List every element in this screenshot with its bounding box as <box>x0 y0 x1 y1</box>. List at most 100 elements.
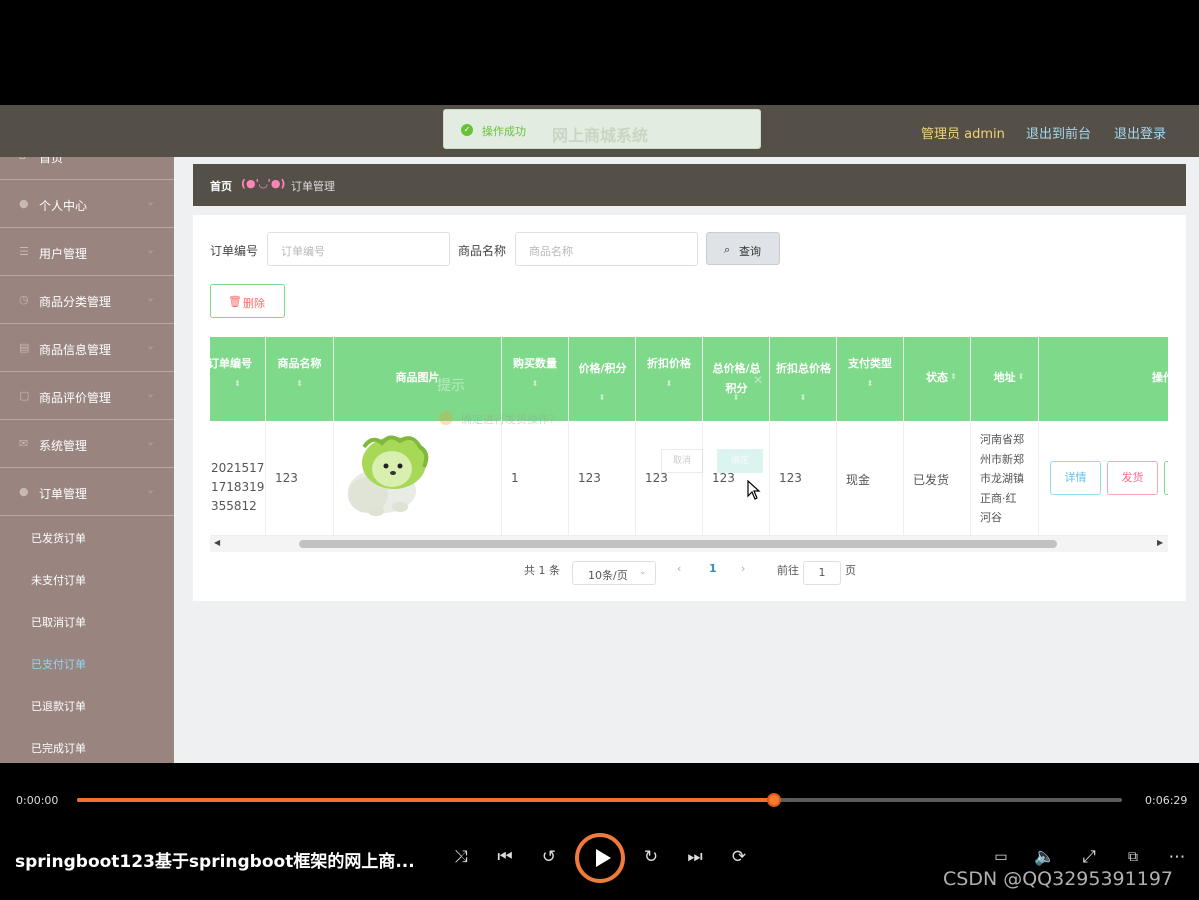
chevron-down-icon: ⌄ <box>146 483 156 496</box>
horizontal-scrollbar[interactable]: ◀ ▶ <box>210 536 1168 552</box>
sidebar-subitem-label: 未支付订单 <box>31 574 86 587</box>
dialog-confirm-button[interactable]: 确定 <box>717 449 763 473</box>
column-header-label: 订单编号 <box>210 357 252 370</box>
column-header[interactable]: 折扣总价格 ⬍ <box>770 337 837 421</box>
previous-track-icon[interactable]: ⏮ <box>493 847 517 867</box>
order-no-label: 订单编号 <box>210 244 259 258</box>
next-track-icon[interactable]: ⏭ <box>683 847 707 867</box>
duration-time: 0:06:29 <box>1145 794 1188 807</box>
mouse-cursor-icon <box>747 480 761 500</box>
ship-button[interactable]: 发货 <box>1107 461 1158 495</box>
next-page-icon[interactable]: › <box>741 562 745 575</box>
cell-value: 2021517 1718319 355812 <box>211 461 265 513</box>
current-time: 0:00:00 <box>16 794 59 807</box>
cell-value: 123 <box>779 471 802 485</box>
search-icon: ⌕ <box>724 243 731 256</box>
table-cell: 详情 发货 <box>1039 421 1168 536</box>
column-header[interactable]: 支付类型 ⬍ <box>837 337 904 421</box>
sort-icon[interactable]: ⬍ <box>1015 372 1027 381</box>
chevron-down-icon: ⌄ <box>639 567 647 577</box>
breadcrumb: 首页 (●'◡'●) 订单管理 <box>193 164 1186 206</box>
prev-page-icon[interactable]: ‹ <box>677 562 681 575</box>
table-cell: 123 <box>770 421 837 536</box>
breadcrumb-home[interactable]: 首页 <box>210 178 232 194</box>
play-button[interactable] <box>575 833 625 883</box>
column-header[interactable]: 订单编号 ⬍ <box>210 337 266 421</box>
sidebar-subitem[interactable]: 已退款订单 <box>0 685 174 727</box>
goods-name-input[interactable]: 商品名称 <box>515 232 698 266</box>
logout-link[interactable]: 退出登录 <box>1114 123 1166 142</box>
column-header[interactable]: 商品名称 ⬍ <box>266 337 334 421</box>
sort-icon[interactable]: ⬍ <box>210 379 265 388</box>
sidebar-subitem-label: 已完成订单 <box>31 742 86 755</box>
more-action-button[interactable] <box>1164 461 1168 495</box>
sidebar-subitem-label: 已支付订单 <box>31 658 86 671</box>
order-icon: ● <box>19 485 29 498</box>
mini-player-icon[interactable]: ⧉ <box>1121 847 1145 867</box>
toast-overlapped-title: 网上商城系统 <box>552 126 649 145</box>
detail-button[interactable]: 详情 <box>1050 461 1101 495</box>
sidebar-subitem[interactable]: 已支付订单 <box>0 643 174 685</box>
sidebar-subitem[interactable]: 已完成订单 <box>0 727 174 763</box>
column-header-label: 商品名称 <box>277 357 322 370</box>
page-size-value: 10条/页 <box>588 569 628 582</box>
video-title: springboot123基于springboot框架的网上商... <box>15 852 415 872</box>
sidebar-item[interactable]: ▢ 商品评价管理 ⌄ <box>0 373 174 420</box>
sort-icon[interactable]: ⬍ <box>266 379 333 388</box>
sort-icon[interactable]: ⬍ <box>770 393 836 402</box>
more-options-icon[interactable]: ⋯ <box>1165 847 1189 867</box>
dialog-cancel-button[interactable]: 取消 <box>661 449 703 473</box>
subtitles-icon[interactable]: ▭ <box>989 847 1013 867</box>
delete-button[interactable]: 🗑 删除 <box>210 284 285 318</box>
sidebar-item[interactable]: ● 个人中心 ⌄ <box>0 181 174 228</box>
breadcrumb-current: 订单管理 <box>291 180 335 193</box>
dialog-message: 确定进行发货操作? <box>461 413 555 426</box>
scrollbar-thumb[interactable] <box>299 540 1057 548</box>
volume-icon[interactable]: 🔈 <box>1033 847 1057 867</box>
sidebar-subitem[interactable]: 已取消订单 <box>0 601 174 643</box>
app-window: 网上商城系统 管理员 admin 退出到前台 退出登录 ✓ 操作成功 网上商城系… <box>0 105 1199 763</box>
back-to-front-link[interactable]: 退出到前台 <box>1026 123 1091 142</box>
goto-page-input[interactable]: 1 <box>803 561 841 585</box>
dialog-close-icon[interactable]: ✕ <box>753 373 763 387</box>
sidebar-item-label: 订单管理 <box>39 487 88 501</box>
column-header[interactable]: 操作 <box>1039 337 1168 421</box>
seek-bar[interactable] <box>77 793 1122 807</box>
sidebar-item[interactable]: ⌂ 首页 <box>0 157 174 180</box>
page-size-select[interactable]: 10条/页 ⌄ <box>572 561 656 585</box>
repeat-icon[interactable]: ⟳ <box>727 847 751 867</box>
order-no-input[interactable]: 订单编号 <box>267 232 450 266</box>
chevron-down-icon: ⌄ <box>146 339 156 352</box>
table-cell: 123 <box>266 421 334 536</box>
rewind-10-icon[interactable]: ↺ <box>537 847 561 867</box>
forward-30-icon[interactable]: ↻ <box>639 847 663 867</box>
sidebar-subitem-label: 已退款订单 <box>31 700 86 713</box>
top-bar: 网上商城系统 管理员 admin 退出到前台 退出登录 ✓ 操作成功 网上商城系… <box>0 105 1199 157</box>
table-cell: 现金 <box>837 421 904 536</box>
warning-icon <box>439 411 453 425</box>
admin-user-label: 管理员 admin <box>921 127 1005 142</box>
column-header[interactable]: 状态 ⬍ <box>904 337 971 421</box>
sidebar-subitem[interactable]: 已发货订单 <box>0 517 174 559</box>
sidebar-item[interactable]: ▤ 商品信息管理 ⌄ <box>0 325 174 372</box>
sidebar-item[interactable]: ● 订单管理 ⌄ <box>0 469 174 516</box>
sidebar-item[interactable]: ◷ 商品分类管理 ⌄ <box>0 277 174 324</box>
fullscreen-icon[interactable]: ⤢ <box>1077 847 1101 867</box>
search-button[interactable]: ⌕ 查询 <box>706 232 780 265</box>
sort-icon[interactable]: ⬍ <box>837 379 903 388</box>
sort-icon[interactable]: ⬍ <box>948 372 960 381</box>
shuffle-icon[interactable]: ⤨ <box>449 847 473 867</box>
success-toast: ✓ 操作成功 网上商城系统 <box>443 109 761 149</box>
comment-icon: ▢ <box>19 389 30 402</box>
sidebar-item[interactable]: ✉ 系统管理 ⌄ <box>0 421 174 468</box>
seek-handle[interactable] <box>767 793 781 807</box>
column-header[interactable]: 地址 ⬍ <box>971 337 1039 421</box>
table-cell: 2021517 1718319 355812 <box>210 421 266 536</box>
sidebar-subitem-label: 已发货订单 <box>31 532 86 545</box>
page-number[interactable]: 1 <box>709 562 717 575</box>
scroll-left-icon[interactable]: ◀ <box>214 538 220 547</box>
sidebar-subitem[interactable]: 未支付订单 <box>0 559 174 601</box>
sidebar-item[interactable]: ☰ 用户管理 ⌄ <box>0 229 174 276</box>
scroll-right-icon[interactable]: ▶ <box>1157 538 1163 547</box>
goto-label: 前往 <box>777 564 799 577</box>
